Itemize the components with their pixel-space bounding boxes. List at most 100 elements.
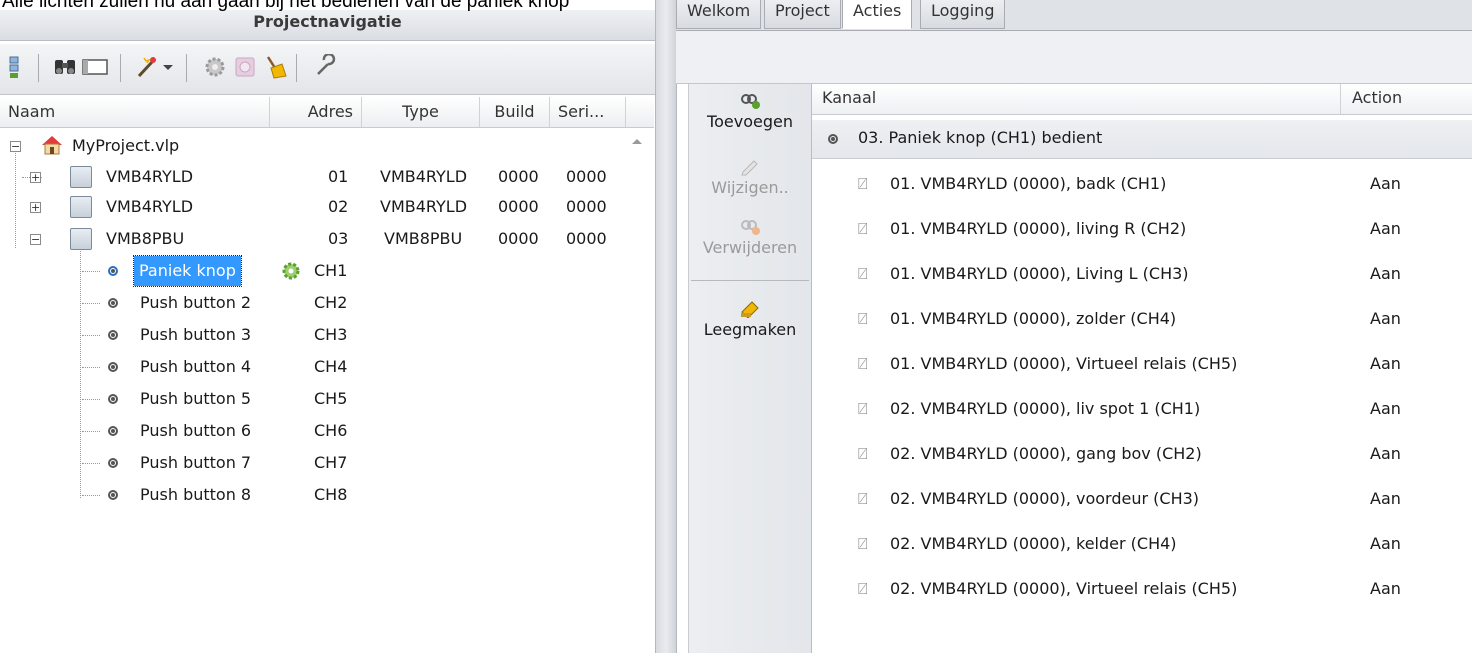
edit-action-label: Wijzigen.. [711, 178, 789, 197]
magic-wand-icon[interactable] [134, 54, 160, 80]
relay-icon: ⍁ [858, 219, 868, 238]
tree-node-channel[interactable]: Push button 5 CH5 [0, 384, 640, 414]
relay-icon: ⍁ [858, 579, 868, 598]
gear-icon[interactable] [280, 260, 302, 282]
list-item-channel: 01. VMB4RYLD (0000), Virtueel relais (CH… [890, 354, 1238, 373]
channel-radio-icon [108, 330, 118, 340]
list-item[interactable]: ⍁ 02. VMB4RYLD (0000), gang bov (CH2) Aa… [812, 432, 1472, 476]
tree-node-channel[interactable]: Push button 7 CH7 [0, 448, 640, 478]
panel-splitter[interactable] [655, 0, 677, 653]
list-header: Kanaal Action [812, 84, 1472, 115]
caption-text: Alle lichten zullen nu aan gaan bij het … [2, 0, 570, 12]
tab-acties[interactable]: Acties [842, 0, 913, 29]
column-header-adres[interactable]: Adres [270, 97, 362, 127]
expand-toggle[interactable]: + [30, 202, 41, 213]
panel-title: Projectnavigatie [0, 10, 655, 41]
tree-node-channel[interactable]: Push button 3 CH3 [0, 320, 640, 350]
collapse-toggle[interactable]: − [30, 234, 41, 245]
window-icon[interactable] [80, 54, 110, 80]
dropdown-arrow-icon[interactable] [160, 54, 176, 80]
list-item[interactable]: ⍁ 02. VMB4RYLD (0000), kelder (CH4) Aan [812, 522, 1472, 566]
tree-node-module[interactable]: − VMB8PBU 03 VMB8PBU 0000 0000 [0, 224, 640, 254]
tree-scrollbar[interactable] [620, 128, 654, 648]
actions-sidebar: Toevoegen Wijzigen.. Verwijderen Leegmak… [688, 84, 812, 653]
channel-radio-icon [108, 394, 118, 404]
expand-toggle[interactable]: + [30, 172, 41, 183]
list-item-action: Aan [1370, 309, 1401, 328]
tree-node-module[interactable]: + VMB4RYLD 02 VMB4RYLD 0000 0000 [0, 192, 640, 222]
tree-node-channel[interactable]: Paniek knop CH1 [0, 255, 640, 287]
selected-channel-name[interactable]: Paniek knop [133, 255, 242, 287]
project-name: MyProject.vlp [72, 136, 180, 155]
list-item-channel: 02. VMB4RYLD (0000), liv spot 1 (CH1) [890, 399, 1201, 418]
tab-welkom[interactable]: Welkom [676, 0, 762, 29]
pushbutton-module-icon [70, 228, 92, 250]
actions-separator [691, 280, 809, 281]
wrench-icon[interactable] [312, 54, 338, 80]
tree-line [82, 399, 100, 400]
module-address: 02 [328, 197, 349, 216]
list-item[interactable]: ⍁ 02. VMB4RYLD (0000), voordeur (CH3) Aa… [812, 477, 1472, 521]
module-type: VMB4RYLD [380, 197, 468, 216]
list-item[interactable]: ⍁ 01. VMB4RYLD (0000), living R (CH2) Aa… [812, 207, 1472, 251]
add-action-button[interactable]: Toevoegen [689, 90, 811, 131]
module-address: 03 [328, 229, 349, 248]
tree-line [82, 271, 100, 272]
list-item-channel: 02. VMB4RYLD (0000), voordeur (CH3) [890, 489, 1200, 508]
list-item[interactable]: ⍁ 02. VMB4RYLD (0000), liv spot 1 (CH1) … [812, 387, 1472, 431]
module-build: 0000 [498, 167, 539, 186]
binoculars-icon[interactable] [52, 54, 78, 80]
column-header-type[interactable]: Type [362, 97, 480, 127]
list-item-channel: 01. VMB4RYLD (0000), zolder (CH4) [890, 309, 1177, 328]
edit-action-button[interactable]: Wijzigen.. [689, 156, 811, 197]
group-row[interactable]: 03. Paniek knop (CH1) bedient [812, 120, 1472, 159]
channel-name: Push button 5 [140, 389, 252, 408]
column-header-build[interactable]: Build [480, 97, 550, 127]
broom-icon[interactable] [262, 54, 288, 80]
channel-name: Push button 4 [140, 357, 252, 376]
list-item-action: Aan [1370, 399, 1401, 418]
gear-icon [205, 57, 225, 77]
tree-node-project[interactable]: − MyProject.vlp [0, 131, 640, 161]
list-item[interactable]: ⍁ 02. VMB4RYLD (0000), Virtueel relais (… [812, 567, 1472, 611]
list-item[interactable]: ⍁ 01. VMB4RYLD (0000), badk (CH1) Aan [812, 162, 1472, 206]
tree-line [82, 303, 100, 304]
tree-line [82, 335, 100, 336]
tree-node-channel[interactable]: Push button 8 CH8 [0, 480, 640, 510]
column-header-serial[interactable]: Seri... [550, 97, 626, 127]
list-item-channel: 02. VMB4RYLD (0000), gang bov (CH2) [890, 444, 1202, 463]
tree-node-module[interactable]: + VMB4RYLD 01 VMB4RYLD 0000 0000 [0, 162, 640, 192]
column-header-naam[interactable]: Naam [0, 97, 270, 127]
clear-actions-button[interactable]: Leegmaken [689, 298, 811, 339]
list-item[interactable]: ⍁ 01. VMB4RYLD (0000), Living L (CH3) Aa… [812, 252, 1472, 296]
add-action-label: Toevoegen [707, 112, 793, 131]
tree-line [82, 367, 100, 368]
channel-id: CH2 [314, 293, 348, 312]
project-navigation-panel: Projectnavigatie Naam Adres Type Build S… [0, 10, 655, 653]
list-item-action: Aan [1370, 264, 1401, 283]
column-header-kanaal[interactable]: Kanaal [822, 84, 876, 112]
tab-project[interactable]: Project [764, 0, 841, 29]
delete-action-button[interactable]: Verwijderen [689, 216, 811, 257]
actions-list: Kanaal Action 03. Paniek knop (CH1) bedi… [812, 84, 1472, 653]
add-module-icon[interactable] [6, 54, 32, 80]
collapse-toggle[interactable]: − [10, 141, 21, 152]
list-item-channel: 01. VMB4RYLD (0000), Living L (CH3) [890, 264, 1189, 283]
channel-id: CH8 [314, 485, 348, 504]
channel-id: CH5 [314, 389, 348, 408]
channel-radio-icon [108, 426, 118, 436]
list-item[interactable]: ⍁ 01. VMB4RYLD (0000), Virtueel relais (… [812, 342, 1472, 386]
list-item-action: Aan [1370, 174, 1401, 193]
channel-id: CH7 [314, 453, 348, 472]
tree-node-channel[interactable]: Push button 6 CH6 [0, 416, 640, 446]
tree-node-channel[interactable]: Push button 2 CH2 [0, 288, 640, 318]
toolbar-separator [38, 54, 39, 82]
scroll-up-icon[interactable] [630, 136, 644, 146]
column-header-action[interactable]: Action [1352, 84, 1402, 112]
delete-action-label: Verwijderen [702, 238, 798, 257]
tree-node-channel[interactable]: Push button 4 CH4 [0, 352, 640, 382]
tab-logging[interactable]: Logging [920, 0, 1006, 29]
toolbar-separator [186, 54, 187, 82]
list-item[interactable]: ⍁ 01. VMB4RYLD (0000), zolder (CH4) Aan [812, 297, 1472, 341]
link-add-icon [741, 94, 760, 109]
